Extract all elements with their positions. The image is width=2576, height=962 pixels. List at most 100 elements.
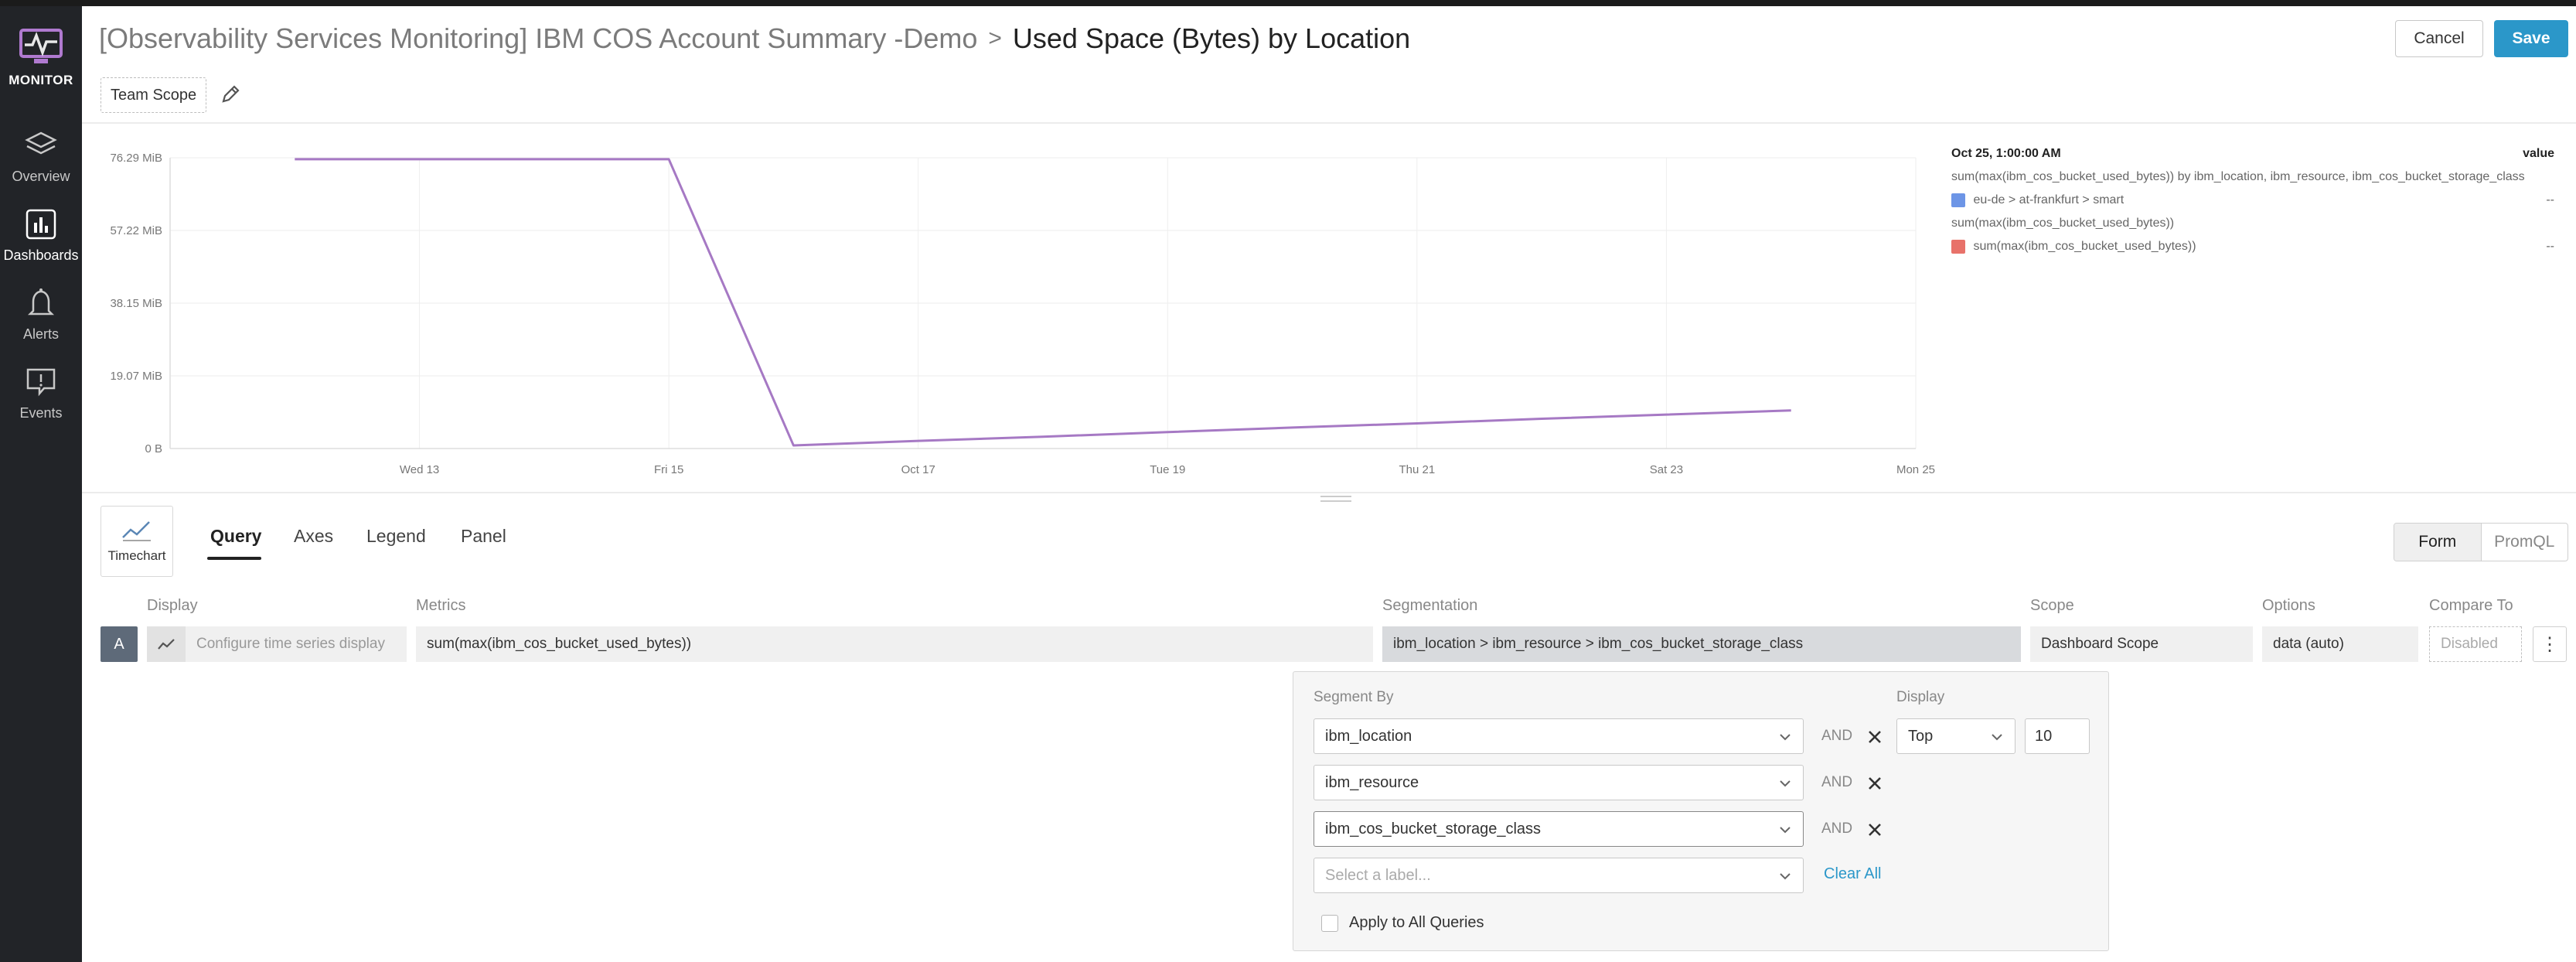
bell-icon <box>27 288 55 316</box>
legend-header: Oct 25, 1:00:00 AM value <box>1951 142 2554 165</box>
column-segmentation: Segmentation <box>1382 597 1478 614</box>
display-label: Display <box>1896 689 1945 705</box>
bar-chart-icon <box>26 209 56 240</box>
query-mode-toggle: Form PromQL <box>2394 523 2568 561</box>
column-compare: Compare To <box>2429 597 2513 614</box>
nav-overview-label: Overview <box>12 169 70 184</box>
tab-active-indicator <box>207 557 261 560</box>
display-top-value: Top <box>1908 727 1934 745</box>
segment-by-popover: Segment By Display ibm_location AND ibm_… <box>1293 671 2109 951</box>
tab-legend[interactable]: Legend <box>366 526 426 547</box>
segment-by-label: Segment By <box>1314 689 1394 705</box>
apply-all-checkbox[interactable] <box>1321 915 1338 932</box>
y-tick-label: 76.29 MiB <box>110 152 162 165</box>
x-tick-label: Fri 15 <box>654 463 683 476</box>
cancel-button[interactable]: Cancel <box>2395 20 2483 57</box>
breadcrumb-parent[interactable]: [Observability Services Monitoring] IBM … <box>99 22 977 55</box>
and-label: AND <box>1821 728 1853 744</box>
nav-dashboards-label: Dashboards <box>3 247 79 263</box>
segmentation-field[interactable]: ibm_location > ibm_resource > ibm_cos_bu… <box>1382 626 2021 662</box>
legend-swatch-1 <box>1951 193 1965 207</box>
divider <box>82 122 2576 124</box>
metric-field[interactable]: sum(max(ibm_cos_bucket_used_bytes)) <box>416 626 1373 662</box>
line-icon <box>158 639 175 650</box>
x-tick-label: Tue 19 <box>1150 463 1185 476</box>
segment-select-1[interactable]: ibm_location <box>1314 718 1804 754</box>
legend-value-header: value <box>2523 147 2554 160</box>
chevron-down-icon <box>1780 827 1791 834</box>
legend-entry-1-label: eu-de > at-frankfurt > smart <box>1973 193 2125 206</box>
column-options: Options <box>2262 597 2315 614</box>
nav-events-label: Events <box>19 405 63 421</box>
legend-entry-1[interactable]: eu-de > at-frankfurt > smart -- <box>1951 189 2554 212</box>
clear-all-link[interactable]: Clear All <box>1824 865 1881 883</box>
widget-type-selector[interactable]: Timechart <box>101 506 173 577</box>
tab-axes[interactable]: Axes <box>294 526 333 547</box>
timechart-icon <box>122 521 151 541</box>
team-scope-chip[interactable]: Team Scope <box>101 77 207 113</box>
remove-segment-icon[interactable] <box>1866 728 1884 746</box>
legend-query-2: sum(max(ibm_cos_bucket_used_bytes)) <box>1951 217 2175 230</box>
segment-select-2[interactable]: ibm_resource <box>1314 765 1804 800</box>
chevron-down-icon <box>1780 873 1791 880</box>
chart-legend: Oct 25, 1:00:00 AM value sum(max(ibm_cos… <box>1951 142 2554 258</box>
segment-select-3-value: ibm_cos_bucket_storage_class <box>1325 820 1542 837</box>
more-options-icon[interactable]: ⋮ <box>2533 626 2567 662</box>
x-tick-label: Thu 21 <box>1399 463 1436 476</box>
save-button[interactable]: Save <box>2494 20 2568 57</box>
legend-entry-2-label: sum(max(ibm_cos_bucket_used_bytes)) <box>1973 240 2196 253</box>
and-label: AND <box>1821 820 1853 837</box>
display-config-field[interactable]: Configure time series display <box>186 626 407 662</box>
breadcrumb: [Observability Services Monitoring] IBM … <box>99 20 1410 57</box>
layers-icon <box>25 131 57 155</box>
monitor-logo[interactable]: MONITOR <box>0 28 82 88</box>
display-top-select[interactable]: Top <box>1896 718 2015 754</box>
chevron-down-icon <box>1780 734 1791 741</box>
compare-field[interactable]: Disabled <box>2429 626 2522 662</box>
display-limit-input[interactable]: 10 <box>2025 718 2090 754</box>
resize-handle[interactable] <box>1320 496 1351 502</box>
segment-select-3[interactable]: ibm_cos_bucket_storage_class <box>1314 811 1804 847</box>
widget-type-label: Timechart <box>107 548 166 563</box>
options-field[interactable]: data (auto) <box>2262 626 2418 662</box>
legend-query-1: sum(max(ibm_cos_bucket_used_bytes)) by i… <box>1951 170 2525 183</box>
and-label: AND <box>1821 774 1853 790</box>
column-metrics: Metrics <box>416 597 466 614</box>
mode-promql[interactable]: PromQL <box>2482 524 2568 561</box>
segment-select-1-value: ibm_location <box>1325 727 1412 745</box>
tab-panel[interactable]: Panel <box>461 526 506 547</box>
nav-alerts[interactable]: Alerts <box>0 288 82 343</box>
remove-segment-icon[interactable] <box>1866 774 1884 793</box>
x-tick-label: Wed 13 <box>400 463 439 476</box>
scope-field[interactable]: Dashboard Scope <box>2030 626 2253 662</box>
query-letter[interactable]: A <box>101 626 138 662</box>
nav-dashboards[interactable]: Dashboards <box>0 209 82 264</box>
divider <box>82 492 2576 493</box>
monitor-icon <box>19 29 63 63</box>
column-display: Display <box>147 597 198 614</box>
chevron-down-icon <box>1780 780 1791 787</box>
chevron-down-icon <box>1992 734 2002 741</box>
nav-alerts-label: Alerts <box>22 326 59 342</box>
y-tick-label: 38.15 MiB <box>110 297 162 310</box>
timechart[interactable]: 0 B 19.07 MiB 38.15 MiB 57.22 MiB 76.29 MiB W… <box>82 131 1945 487</box>
nav-overview[interactable]: Overview <box>0 130 82 185</box>
tab-query[interactable]: Query <box>210 526 261 547</box>
segment-select-2-value: ibm_resource <box>1325 773 1419 791</box>
remove-segment-icon[interactable] <box>1866 820 1884 839</box>
pencil-icon[interactable] <box>220 84 241 105</box>
legend-time: Oct 25, 1:00:00 AM <box>1951 147 2061 160</box>
legend-entry-2-value: -- <box>2546 240 2554 253</box>
apply-all-label: Apply to All Queries <box>1349 914 1484 931</box>
legend-entry-2[interactable]: sum(max(ibm_cos_bucket_used_bytes)) -- <box>1951 235 2554 258</box>
column-scope: Scope <box>2030 597 2074 614</box>
timeseries-display-icon[interactable] <box>147 626 186 662</box>
top-bar <box>0 0 2576 6</box>
x-tick-label: Mon 25 <box>1896 463 1935 476</box>
legend-entry-1-value: -- <box>2546 193 2554 206</box>
segment-select-new[interactable]: Select a label... <box>1314 858 1804 893</box>
series-line <box>295 158 1791 447</box>
nav-events[interactable]: Events <box>0 367 82 421</box>
x-tick-label: Oct 17 <box>901 463 935 476</box>
mode-form[interactable]: Form <box>2394 524 2482 561</box>
